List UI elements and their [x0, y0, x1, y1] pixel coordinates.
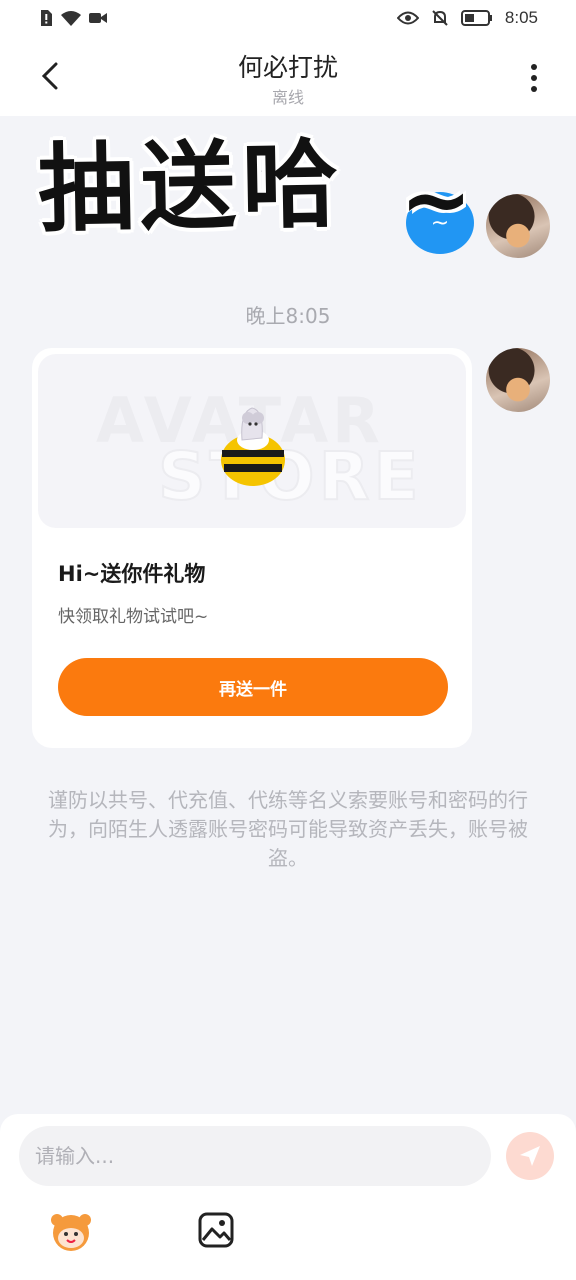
send-button[interactable]	[506, 1132, 554, 1180]
image-picker-icon[interactable]	[196, 1210, 236, 1250]
status-left-icons	[38, 9, 108, 27]
chat-header: 何必打扰 离线	[0, 40, 576, 116]
wifi-icon	[61, 11, 81, 26]
resend-gift-button[interactable]: 再送一件	[58, 658, 448, 716]
overlay-tilde: ~	[400, 150, 473, 250]
sim-alert-icon	[41, 10, 52, 26]
more-vertical-icon	[531, 64, 537, 92]
message-timestamp: 晚上8:05	[245, 304, 331, 328]
gift-title: Hi~送你件礼物	[58, 562, 206, 586]
gift-card[interactable]: AVATAR STORE Hi~送你件礼物 快领取礼物试试吧~ 再送一件	[32, 348, 472, 748]
avatar[interactable]	[486, 194, 550, 258]
battery-icon	[460, 10, 492, 26]
mascot-emoji-icon[interactable]	[48, 1208, 94, 1254]
mute-bell-icon	[432, 10, 448, 26]
online-status: 离线	[271, 88, 304, 107]
status-right-icons: 8:05	[396, 8, 538, 28]
video-icon	[89, 13, 107, 23]
gift-banner: AVATAR STORE	[38, 354, 466, 528]
watermark-store: STORE	[157, 437, 423, 516]
gift-item-icon	[221, 407, 285, 486]
eye-icon	[396, 11, 419, 25]
input-bar	[0, 1114, 576, 1280]
gift-description: 快领取礼物试试吧~	[58, 607, 209, 627]
status-bar: 8:05	[0, 0, 576, 40]
chat-title: 何必打扰	[237, 53, 338, 82]
more-options-button[interactable]	[514, 58, 554, 98]
avatar[interactable]	[486, 348, 550, 412]
security-warning: 谨防以共号、代充值、代练等名义索要账号和密码的行为，向陌生人透露账号密码可能导致…	[48, 788, 528, 870]
message-input[interactable]	[19, 1126, 491, 1186]
overlay-caption: 抽送哈	[37, 128, 345, 246]
send-icon	[520, 1146, 540, 1166]
status-time: 8:05	[504, 8, 538, 27]
